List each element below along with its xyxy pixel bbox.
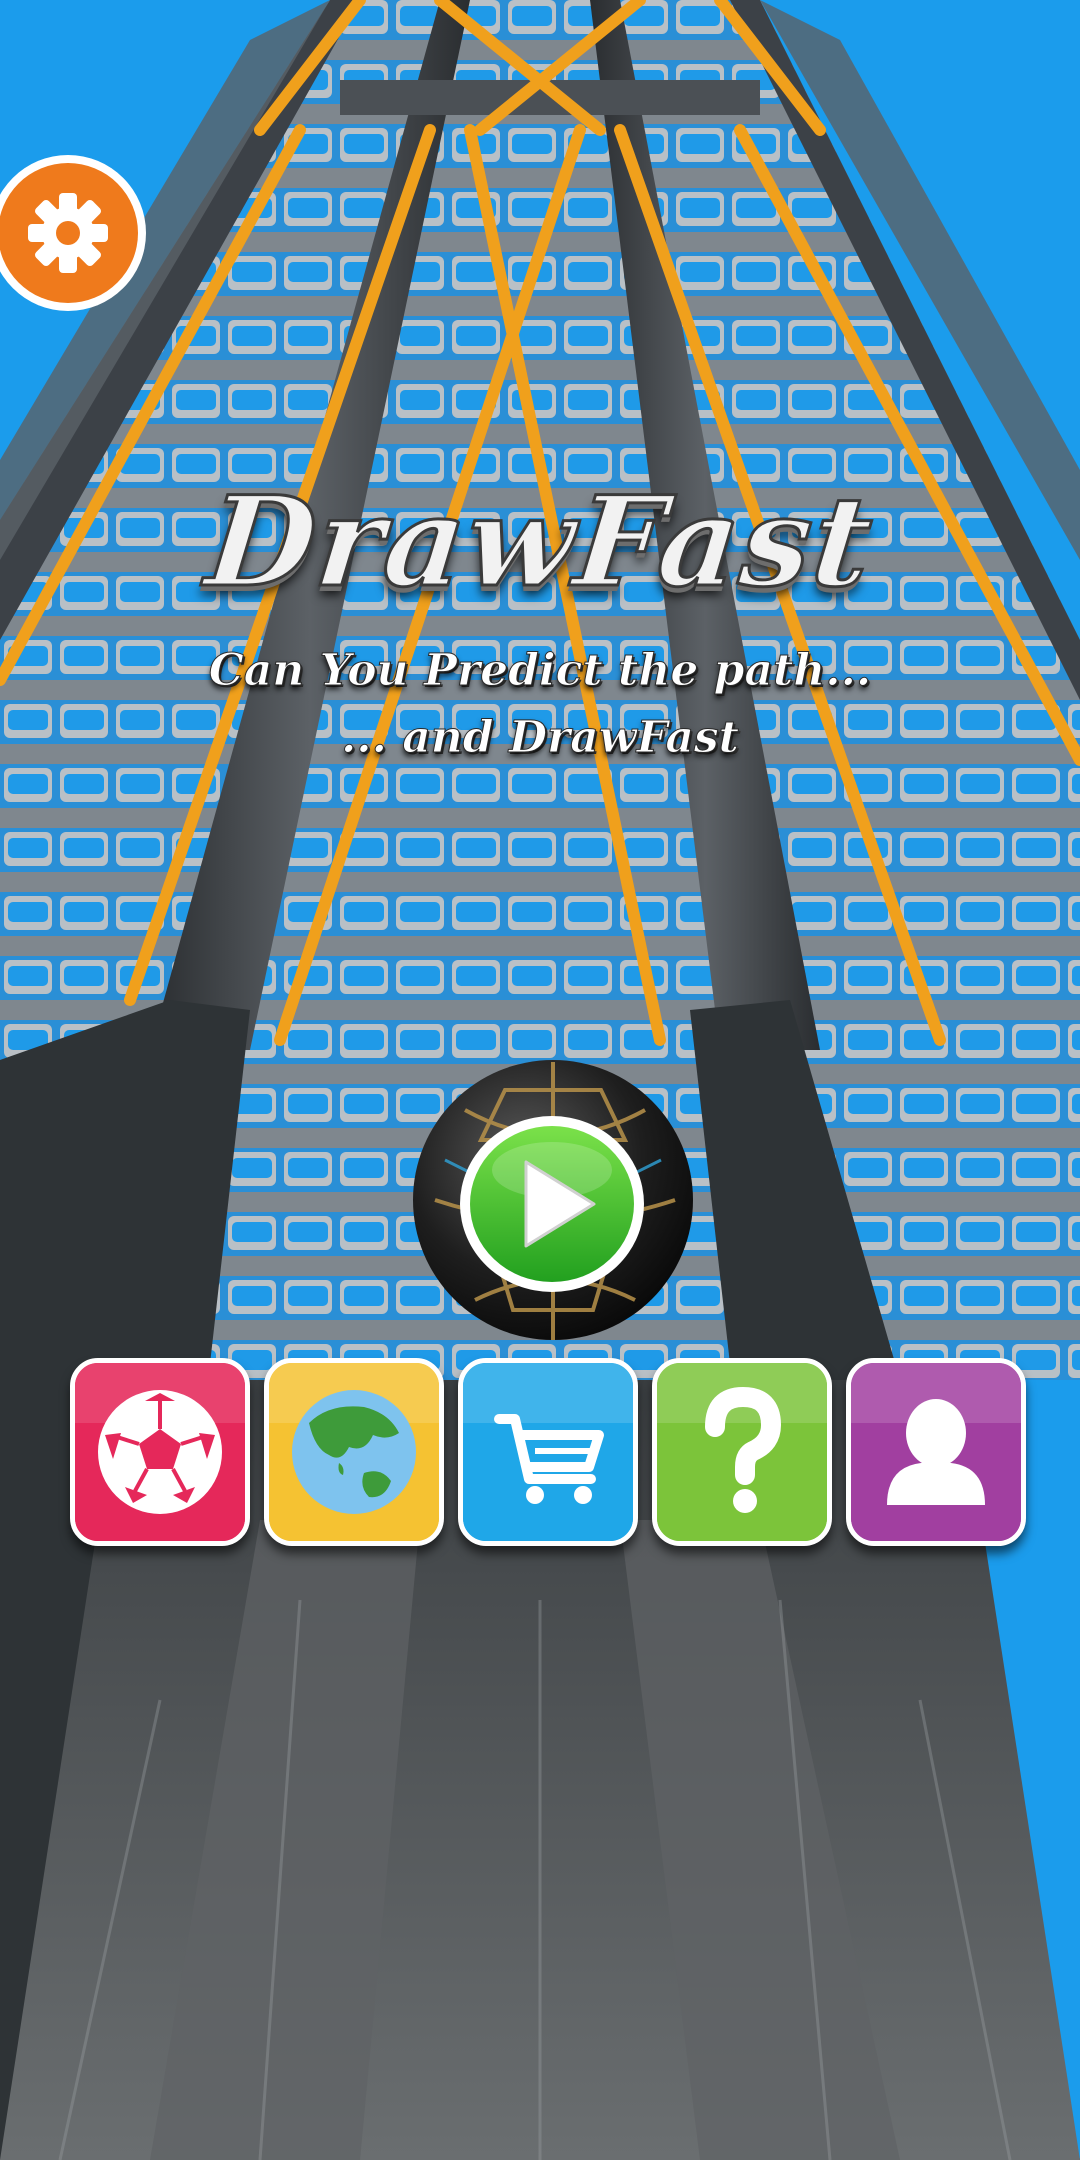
shopping-cart-icon <box>463 1363 633 1541</box>
shop-menu-button[interactable] <box>458 1358 638 1546</box>
play-icon <box>460 1116 644 1292</box>
play-button[interactable] <box>458 1114 646 1294</box>
game-title: DrawFast <box>199 469 882 617</box>
tagline-line-2: ... and DrawFast <box>340 712 740 764</box>
user-profile-icon <box>851 1363 1021 1541</box>
help-menu-button[interactable] <box>652 1358 832 1546</box>
globe-icon <box>269 1363 439 1541</box>
profile-menu-button[interactable] <box>846 1358 1026 1546</box>
question-mark-icon <box>657 1363 827 1541</box>
gear-icon <box>0 155 146 311</box>
levels-menu-button[interactable] <box>264 1358 444 1546</box>
game-title-container: DrawFast <box>0 469 1080 617</box>
settings-button[interactable] <box>0 152 148 314</box>
soccer-ball-icon <box>75 1363 245 1541</box>
balls-menu-button[interactable] <box>70 1358 250 1546</box>
tagline-line-1: Can You Predict the path... <box>208 645 872 697</box>
